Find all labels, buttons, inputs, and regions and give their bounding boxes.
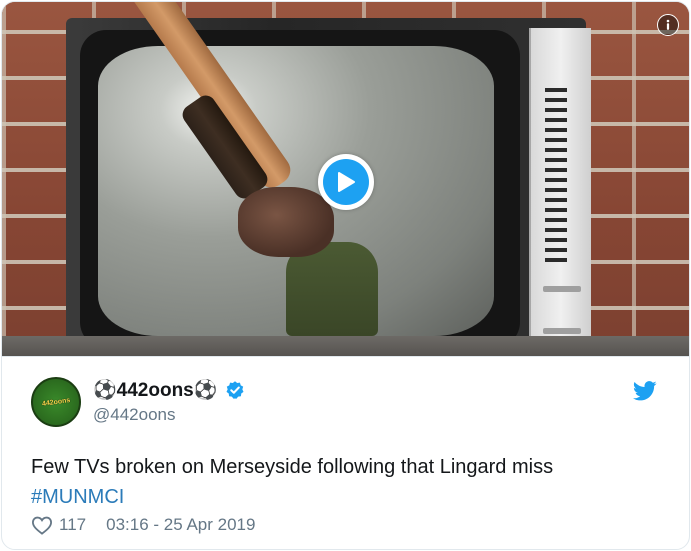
video-thumbnail[interactable] [2, 2, 689, 356]
play-icon [323, 159, 369, 205]
tweet-meta: 117 03:16 - 25 Apr 2019 [31, 513, 255, 537]
hashtag-link[interactable]: #MUNMCI [31, 482, 651, 512]
play-button[interactable] [318, 154, 374, 210]
tv-vent-slots [545, 88, 567, 263]
tweet-text: Few TVs broken on Merseyside following t… [31, 452, 651, 512]
tv-control-panel [529, 28, 591, 356]
ground [2, 336, 689, 356]
author-name-row[interactable]: ⚽442oons⚽ [93, 378, 245, 402]
hammer-head [238, 187, 334, 257]
info-icon[interactable] [657, 14, 679, 36]
avatar[interactable]: 442oons [31, 377, 81, 427]
twitter-bird-icon[interactable] [633, 381, 657, 401]
heart-icon[interactable] [31, 515, 53, 535]
verified-badge-icon [226, 381, 244, 399]
author-name[interactable]: ⚽442oons⚽ [93, 378, 217, 402]
tweet-text-body: Few TVs broken on Merseyside following t… [31, 456, 554, 478]
tv-knob [543, 328, 581, 334]
author-handle[interactable]: @442oons [93, 405, 176, 425]
like-count[interactable]: 117 [59, 515, 86, 535]
avatar-label: 442oons [41, 396, 71, 408]
tweet-embed-card: 442oons ⚽442oons⚽ @442oons Few TVs broke… [1, 1, 690, 550]
tweet-body: 442oons ⚽442oons⚽ @442oons Few TVs broke… [2, 356, 689, 549]
timestamp[interactable]: 03:16 - 25 Apr 2019 [106, 515, 255, 535]
tv-knob [543, 286, 581, 292]
